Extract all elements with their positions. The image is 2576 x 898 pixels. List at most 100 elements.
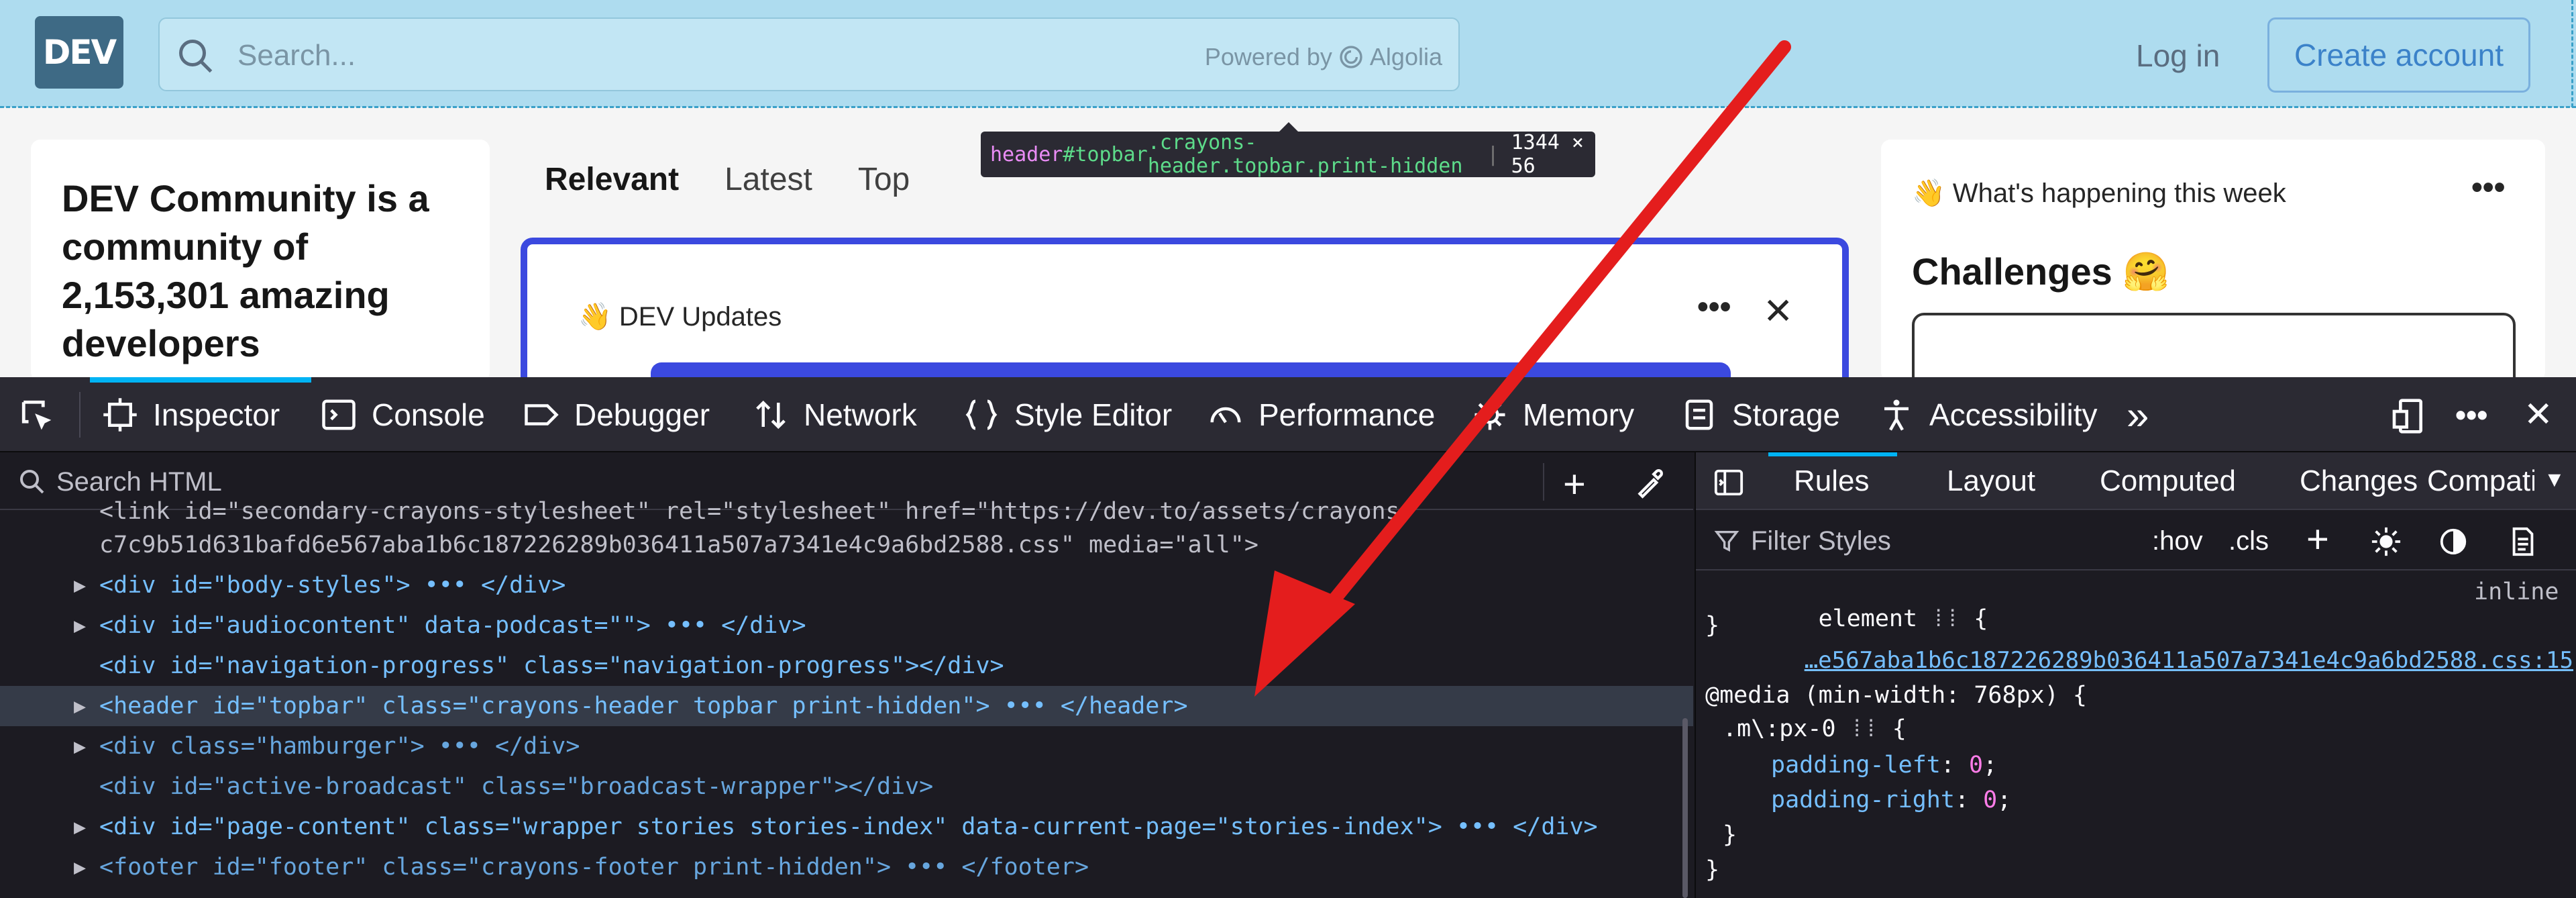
- expand-twisty-icon[interactable]: ▶: [74, 614, 86, 638]
- community-intro-card: DEV Community is a community of 2,153,30…: [31, 140, 490, 377]
- expand-twisty-icon[interactable]: ▶: [74, 735, 86, 758]
- expand-twisty-icon[interactable]: ▶: [74, 574, 86, 597]
- tab-changes[interactable]: Changes: [2300, 464, 2418, 498]
- tab-relevant[interactable]: Relevant: [545, 161, 679, 198]
- markup-line-text: <div id="audiocontent" data-podcast=""> …: [99, 612, 806, 639]
- tab-compatibility[interactable]: Compati: [2427, 464, 2534, 498]
- rules-sidebar: Rules Layout Computed Changes Compati ▼ …: [1695, 452, 2576, 898]
- markup-node-hamburger[interactable]: ▶ <div class="hamburger"> ••• </div>: [0, 726, 1693, 766]
- site-search-input[interactable]: Search... Powered by Algolia: [158, 17, 1460, 91]
- markup-line-text: <div id="active-broadcast" class="broadc…: [99, 773, 934, 800]
- tab-computed[interactable]: Computed: [2100, 464, 2236, 498]
- dev-updates-title: 👋 DEV Updates: [578, 302, 782, 332]
- markup-node-page-content[interactable]: ▶ <div id="page-content" class="wrapper …: [0, 807, 1693, 847]
- web-page-viewport: DEV Search... Powered by Algolia Log in …: [0, 0, 2576, 377]
- more-tabs-overflow[interactable]: »: [2127, 377, 2149, 452]
- tab-storage-label: Storage: [1732, 397, 1841, 432]
- filter-styles-input[interactable]: Filter Styles: [1751, 526, 1891, 556]
- powered-by-label: Powered by: [1204, 43, 1332, 70]
- tab-storage[interactable]: Storage: [1681, 377, 1840, 452]
- markup-line-link-2[interactable]: c7c9b51d631bafd6e567aba1b6c187226289b036…: [0, 525, 1693, 565]
- create-account-button[interactable]: Create account: [2267, 17, 2530, 93]
- tab-rules[interactable]: Rules: [1794, 464, 1870, 498]
- tab-style-editor[interactable]: Style Editor: [963, 377, 1172, 452]
- tab-performance[interactable]: Performance: [1208, 377, 1435, 452]
- tab-console-label: Console: [372, 397, 485, 432]
- tab-debugger[interactable]: Debugger: [523, 377, 710, 452]
- performance-icon: [1210, 407, 1241, 423]
- dev-logo[interactable]: DEV: [35, 16, 123, 89]
- markup-line-text: <div id="navigation-progress" class="nav…: [99, 652, 1004, 679]
- markup-line-text: <div id="page-content" class="wrapper st…: [99, 813, 1598, 840]
- markup-line-text: c7c9b51d631bafd6e567aba1b6c187226289b036…: [99, 532, 1258, 558]
- tooltip-id: #topbar: [1063, 142, 1148, 166]
- expand-twisty-icon[interactable]: ▶: [74, 695, 86, 718]
- tab-console[interactable]: Console: [321, 377, 485, 452]
- markup-node-header-topbar-selected[interactable]: ▶ <header id="topbar" class="crayons-hea…: [0, 686, 1693, 726]
- tab-style-editor-label: Style Editor: [1014, 397, 1173, 432]
- inspector-icon: [103, 398, 137, 432]
- debugger-icon: [525, 404, 559, 426]
- media-query-text: @media (min-width: 768px) {: [1705, 682, 2087, 709]
- accessibility-icon: [1884, 399, 1909, 431]
- close-icon[interactable]: ✕: [1763, 290, 1793, 332]
- devtools-toolbar: Inspector Console Debugger Network Style…: [0, 377, 2576, 452]
- property-value: 0: [1983, 787, 1998, 813]
- markup-node-audiocontent[interactable]: ▶ <div id="audiocontent" data-podcast=""…: [0, 605, 1693, 646]
- devtools-options-button[interactable]: •••: [2455, 377, 2487, 452]
- element-selector: element: [1818, 605, 1918, 632]
- login-link[interactable]: Log in: [2136, 38, 2220, 74]
- tooltip-size: 1344 × 56: [1511, 131, 1584, 178]
- challenge-item[interactable]: [1912, 313, 2516, 377]
- tab-memory[interactable]: Memory: [1472, 377, 1634, 452]
- tab-network[interactable]: Network: [753, 377, 917, 452]
- declaration-padding-left[interactable]: padding-left: 0;: [1771, 752, 1997, 779]
- stylesheet-source-link[interactable]: …e567aba1b6c187226289b036411a507a7341e4c…: [1805, 647, 2573, 674]
- markup-line-text: <div class="hamburger"> ••• </div>: [99, 733, 580, 760]
- markup-line-text: <div id="body-styles"> ••• </div>: [99, 572, 566, 599]
- light-mode-icon[interactable]: [2371, 526, 2402, 557]
- markup-node-body-styles[interactable]: ▶ <div id="body-styles"> ••• </div>: [0, 565, 1693, 605]
- algolia-brand: Algolia: [1369, 43, 1442, 70]
- markup-scrollbar[interactable]: [1682, 718, 1688, 898]
- algolia-attribution: Powered by Algolia: [1205, 43, 1442, 71]
- expand-twisty-icon[interactable]: ▶: [74, 815, 86, 839]
- site-header-highlighted: DEV Search... Powered by Algolia Log in …: [0, 0, 2576, 107]
- close-devtools-button[interactable]: ✕: [2524, 377, 2553, 452]
- tab-inspector[interactable]: Inspector: [89, 377, 312, 452]
- markup-node-active-broadcast[interactable]: <div id="active-broadcast" class="broadc…: [0, 766, 1693, 807]
- class-toggle[interactable]: .cls: [2229, 526, 2269, 556]
- filter-icon: [1714, 531, 1739, 552]
- expand-twisty-icon[interactable]: ▶: [74, 856, 86, 879]
- more-options-icon[interactable]: •••: [2471, 169, 2505, 206]
- responsive-design-icon[interactable]: [2390, 397, 2427, 435]
- whats-happening-title: 👋 What's happening this week: [1912, 179, 2286, 208]
- dark-mode-icon[interactable]: [2438, 526, 2469, 557]
- rule-selector-text: .m\:px-0: [1723, 715, 1836, 742]
- add-rule-button[interactable]: +: [2306, 517, 2329, 562]
- algolia-icon: [1340, 46, 1362, 68]
- updates-banner[interactable]: [651, 362, 1731, 377]
- tab-performance-label: Performance: [1258, 397, 1436, 432]
- print-media-icon[interactable]: [2508, 526, 2538, 557]
- tab-layout[interactable]: Layout: [1947, 464, 2035, 498]
- tabs-dropdown-icon[interactable]: ▼: [2544, 467, 2565, 492]
- tab-accessibility[interactable]: Accessibility: [1878, 377, 2098, 452]
- rule-selector[interactable]: .m\:px-0 ⁞⁞ {: [1723, 715, 1907, 744]
- element-picker-icon[interactable]: [19, 397, 58, 436]
- markup-node-footer[interactable]: ▶ <footer id="footer" class="crayons-foo…: [0, 847, 1693, 887]
- tab-memory-label: Memory: [1523, 397, 1635, 432]
- property-name: padding-right: [1771, 787, 1955, 813]
- close-icon: ✕: [2524, 395, 2553, 434]
- toggle-sidebar-icon[interactable]: [1713, 467, 1744, 498]
- hover-state-toggle[interactable]: :hov: [2152, 526, 2203, 556]
- more-options-icon[interactable]: •••: [1697, 289, 1731, 326]
- tab-top[interactable]: Top: [858, 161, 910, 198]
- more-options-icon: •••: [2455, 397, 2488, 432]
- search-icon: [179, 40, 213, 73]
- markup-node-navigation-progress[interactable]: <div id="navigation-progress" class="nav…: [0, 646, 1693, 686]
- tab-latest[interactable]: Latest: [724, 161, 812, 198]
- declaration-padding-right[interactable]: padding-right: 0;: [1771, 787, 2011, 813]
- tooltip-classes: .crayons-header.topbar.print-hidden: [1147, 131, 1463, 178]
- style-editor-icon: [965, 399, 998, 430]
